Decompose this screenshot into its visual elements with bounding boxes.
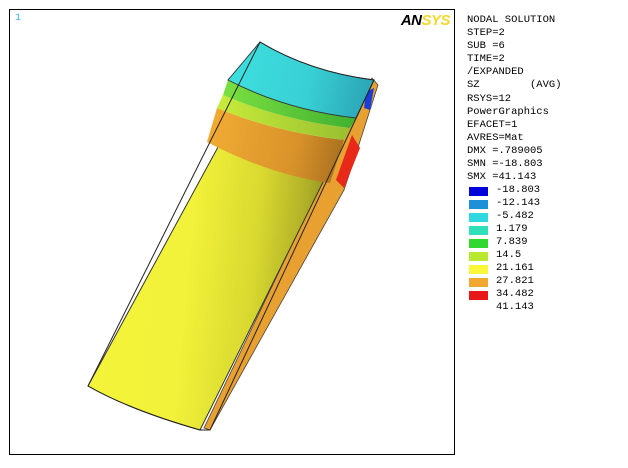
legend-swatch (469, 213, 488, 222)
info-line: SZ (AVG) (467, 79, 562, 92)
legend-swatch (469, 200, 488, 209)
legend-swatch (469, 239, 488, 248)
legend-value: 21.161 (496, 262, 534, 274)
info-line: PowerGraphics (467, 105, 549, 118)
legend-value: -5.482 (496, 210, 534, 222)
info-line: DMX =.789005 (467, 144, 543, 157)
legend-swatch (469, 291, 488, 300)
legend-swatch (469, 278, 488, 287)
info-line: RSYS=12 (467, 92, 512, 105)
shell-model[interactable] (10, 10, 456, 456)
legend-swatch (469, 187, 488, 196)
legend-value: 27.821 (496, 275, 534, 287)
legend-value: -18.803 (496, 184, 541, 196)
legend-swatch (469, 252, 488, 261)
info-line: /EXPANDED (467, 66, 524, 79)
info-line: EFACET=1 (467, 118, 518, 131)
info-line: STEP=2 (467, 27, 505, 40)
legend-value: 7.839 (496, 236, 528, 248)
legend-swatch (469, 226, 488, 235)
legend-swatch (469, 265, 488, 274)
legend-value: 34.482 (496, 288, 534, 300)
info-line: SMX =41.143 (467, 171, 537, 184)
info-line: NODAL SOLUTION (467, 14, 556, 26)
info-line: TIME=2 (467, 53, 505, 66)
graphics-viewport[interactable]: 1 ANSYS (9, 9, 455, 455)
legend-value: 41.143 (496, 301, 534, 313)
legend-value: 14.5 (496, 249, 522, 261)
info-line: AVRES=Mat (467, 131, 524, 144)
info-panel: NODAL SOLUTION STEP=2 SUB =6 TIME=2/EXPANDE… (467, 14, 562, 184)
info-line: SMN =-18.803 (467, 158, 543, 171)
legend-value: -12.143 (496, 197, 541, 209)
legend-value: 1.179 (496, 223, 528, 235)
info-line: SUB =6 (467, 40, 505, 53)
